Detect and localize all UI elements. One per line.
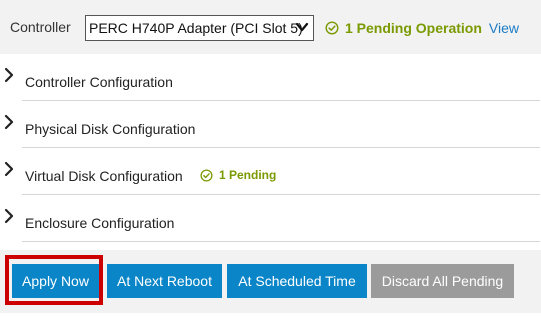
controller-label: Controller	[10, 19, 71, 35]
check-circle-icon	[325, 21, 339, 35]
section-controller-configuration[interactable]: Controller Configuration	[0, 54, 541, 101]
controller-toolbar: Controller PERC H740P Adapter (PCI Slot …	[0, 0, 541, 54]
check-circle-icon	[200, 168, 213, 182]
section-title: Virtual Disk Configuration	[25, 168, 183, 184]
section-title: Enclosure Configuration	[25, 215, 175, 231]
controller-select-value: PERC H740P Adapter (PCI Slot 5)	[89, 20, 303, 36]
section-physical-disk-configuration[interactable]: Physical Disk Configuration	[0, 101, 541, 148]
chevron-right-icon	[4, 161, 14, 177]
section-title: Physical Disk Configuration	[25, 121, 196, 137]
section-divider	[22, 241, 540, 242]
at-next-reboot-button[interactable]: At Next Reboot	[107, 264, 222, 298]
chevron-right-icon	[4, 114, 14, 130]
pending-operation-status: 1 Pending Operation View	[325, 19, 519, 37]
section-title: Controller Configuration	[25, 74, 173, 90]
apply-now-button[interactable]: Apply Now	[12, 264, 99, 298]
section-virtual-disk-configuration[interactable]: Virtual Disk Configuration 1 Pending	[0, 148, 541, 195]
chevron-right-icon	[4, 67, 14, 83]
chevron-right-icon	[4, 208, 14, 224]
section-pending-status: 1 Pending	[200, 168, 276, 182]
section-pending-text: 1 Pending	[219, 168, 277, 182]
section-enclosure-configuration[interactable]: Enclosure Configuration	[0, 195, 541, 242]
discard-all-pending-button[interactable]: Discard All Pending	[371, 264, 514, 298]
controller-select[interactable]: PERC H740P Adapter (PCI Slot 5)	[85, 15, 314, 41]
pending-operation-text: 1 Pending Operation	[345, 20, 482, 36]
at-scheduled-time-button[interactable]: At Scheduled Time	[227, 264, 367, 298]
view-pending-link[interactable]: View	[489, 20, 519, 36]
chevron-down-icon	[295, 22, 309, 32]
